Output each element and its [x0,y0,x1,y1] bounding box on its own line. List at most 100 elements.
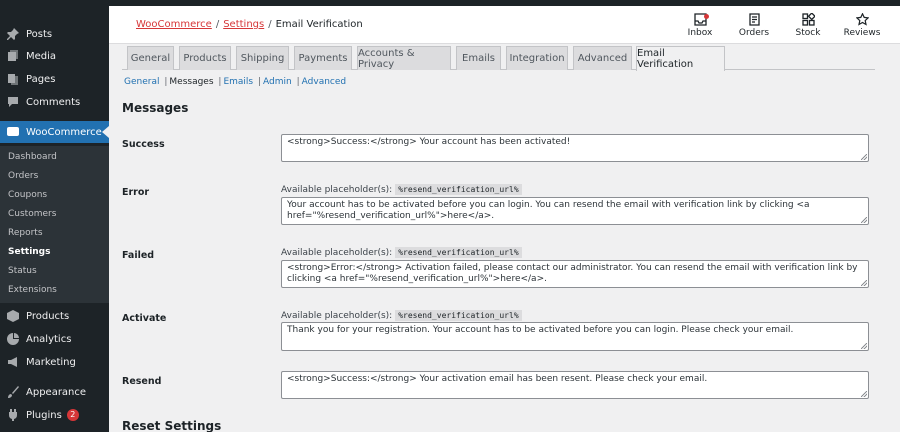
tab-payments[interactable]: Payments [294,46,352,70]
pin-icon [6,28,19,41]
section-subnav: General | Messages | Emails | Admin | Advanc… [124,77,346,87]
woocommerce-header: WooCommerce / Settings / Email Verification … [109,6,900,44]
subnav-separator: | [296,77,300,87]
sidebar-item-label: Comments [26,96,81,108]
sidebar-item-comments[interactable]: Comments [0,91,109,113]
marketing-icon [6,356,19,369]
placeholder-code: %resend_verification_url% [395,310,522,321]
sidebar-item-woocommerce[interactable]: WooCommerce [0,121,109,143]
sidebar-item-label: Plugins [26,409,62,421]
breadcrumb-settings-link[interactable]: Settings [223,19,264,30]
reviews-button[interactable]: Reviews [832,10,892,42]
woocommerce-icon [6,126,19,139]
subnav-separator: | [258,77,262,87]
star-icon [855,13,869,26]
success-message-textarea[interactable]: <strong>Success:</strong> Your account h… [281,134,869,162]
settings-tabs: General Products Shipping Payments Accou… [122,46,875,71]
subnav-separator: | [164,77,168,87]
plugins-icon [6,409,19,422]
plugins-update-badge: 2 [66,409,79,421]
breadcrumb-current: Email Verification [275,19,363,30]
sidebar-item-label: Products [26,310,70,322]
sidebar-item-label: WooCommerce [26,126,102,138]
sidebar-item-label: Pages [26,73,56,85]
failed-label: Failed [122,250,155,261]
sidebar-item-label: Appearance [26,386,87,398]
activate-label: Activate [122,313,167,324]
analytics-icon [6,333,19,346]
breadcrumb-woocommerce-link[interactable]: WooCommerce [136,19,212,30]
sidebar-item-label: Media [26,50,57,62]
stock-label: Stock [795,28,821,38]
tab-integration[interactable]: Integration [506,46,568,70]
error-placeholder-note: Available placeholder(s): %resend_verific… [281,184,522,195]
tab-advanced[interactable]: Advanced [573,46,632,70]
placeholder-label: Available placeholder(s): [281,185,393,195]
failed-message-textarea[interactable]: <strong>Error:</strong> Activation faile… [281,260,869,288]
sidebar-item-products[interactable]: Products [0,305,109,327]
submenu-item-settings[interactable]: Settings [8,247,50,257]
reviews-label: Reviews [843,28,881,38]
breadcrumb: WooCommerce / Settings / Email Verification [136,19,363,30]
subnav-admin-link[interactable]: Admin [263,77,292,87]
sidebar-item-posts[interactable]: Posts [0,23,109,45]
messages-section-title: Messages [122,101,189,115]
failed-placeholder-note: Available placeholder(s): %resend_verific… [281,247,522,258]
submenu-item-status[interactable]: Status [8,266,37,276]
reset-settings-title: Reset Settings [122,419,222,432]
subnav-emails-link[interactable]: Emails [223,77,253,87]
products-icon [6,310,19,323]
tab-email-verification[interactable]: Email Verification [636,46,725,71]
placeholder-code: %resend_verification_url% [395,247,522,258]
tab-shipping[interactable]: Shipping [236,46,289,70]
subnav-general-link[interactable]: General [124,77,159,87]
error-message-textarea[interactable]: Your account has to be activated before … [281,197,869,225]
submenu-item-coupons[interactable]: Coupons [8,190,47,200]
placeholder-code: %resend_verification_url% [395,184,522,195]
submenu-item-orders[interactable]: Orders [8,171,38,181]
sidebar-item-label: Posts [26,28,53,40]
sidebar-item-appearance[interactable]: Appearance [0,381,109,403]
subnav-advanced-link[interactable]: Advanced [302,77,346,87]
error-label: Error [122,187,150,198]
inbox-label: Inbox [687,28,713,38]
stock-button[interactable]: Stock [778,10,838,42]
placeholder-label: Available placeholder(s): [281,248,393,258]
tab-accounts-privacy[interactable]: Accounts & Privacy [357,46,451,70]
sidebar-item-label: Marketing [26,356,76,368]
submenu-item-extensions[interactable]: Extensions [8,285,57,295]
comments-icon [6,96,19,109]
resend-label: Resend [122,376,162,387]
appearance-icon [6,386,19,399]
submenu-item-reports[interactable]: Reports [8,228,43,238]
sidebar-item-plugins[interactable]: Plugins 2 [0,404,109,426]
media-icon [6,50,19,63]
inbox-notification-dot [704,14,709,19]
admin-sidebar: Posts Media Pages Comments WooCommerce D… [0,6,109,432]
sidebar-item-pages[interactable]: Pages [0,68,109,90]
success-label: Success [122,139,165,150]
sidebar-item-label: Analytics [26,333,72,345]
orders-button[interactable]: Orders [724,10,784,42]
breadcrumb-separator: / [215,19,220,30]
tab-emails[interactable]: Emails [456,46,501,70]
activate-message-textarea[interactable]: Thank you for your registration. Your ac… [281,322,869,351]
placeholder-label: Available placeholder(s): [281,311,393,321]
orders-icon [748,13,760,26]
pages-icon [6,73,19,86]
subnav-messages-current[interactable]: Messages [169,77,213,87]
woocommerce-submenu: Dashboard Orders Coupons Customers Repor… [0,146,109,303]
tab-general[interactable]: General [127,46,174,70]
orders-label: Orders [738,28,770,38]
subnav-separator: | [218,77,222,87]
submenu-item-dashboard[interactable]: Dashboard [8,152,57,162]
sidebar-item-media[interactable]: Media [0,45,109,67]
sidebar-item-marketing[interactable]: Marketing [0,351,109,373]
breadcrumb-separator: / [268,19,272,30]
activate-placeholder-note: Available placeholder(s): %resend_verific… [281,310,522,321]
inbox-button[interactable]: Inbox [670,10,730,42]
sidebar-item-analytics[interactable]: Analytics [0,328,109,350]
tab-products[interactable]: Products [179,46,231,70]
resend-message-textarea[interactable]: <strong>Success:</strong> Your activatio… [281,371,869,399]
submenu-item-customers[interactable]: Customers [8,209,56,219]
